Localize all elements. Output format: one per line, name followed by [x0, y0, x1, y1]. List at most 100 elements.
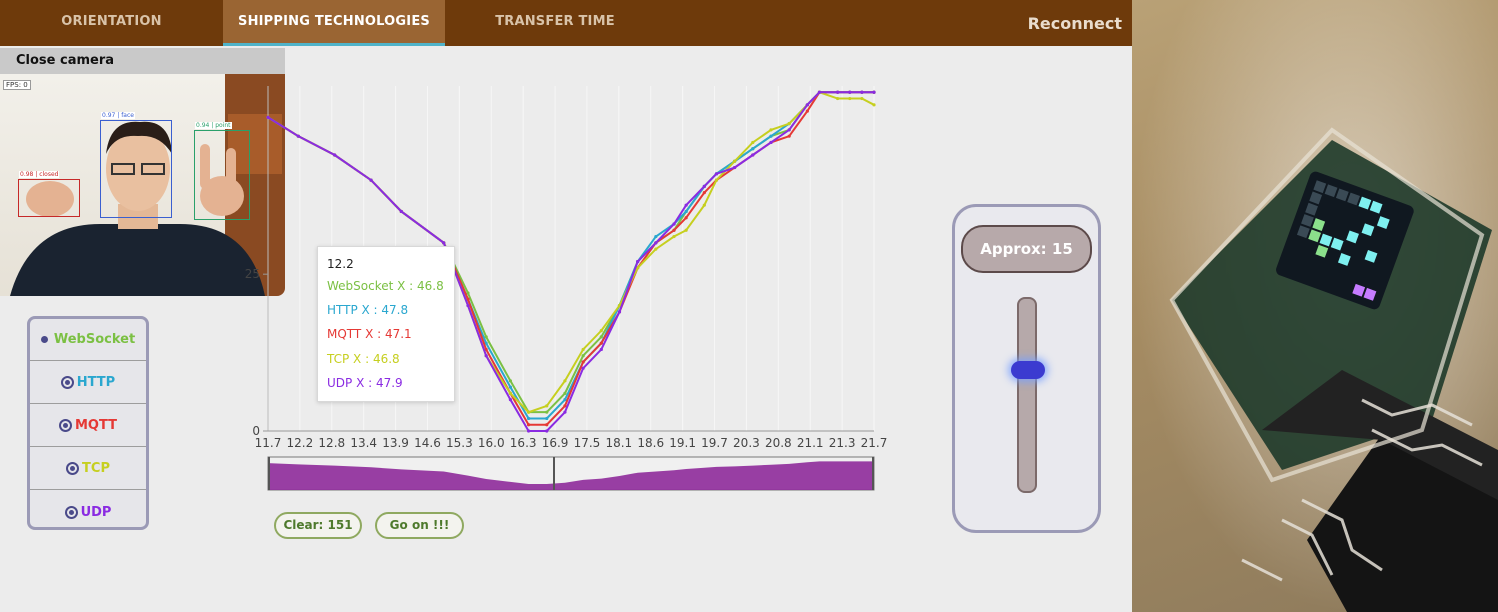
radio-icon	[64, 505, 78, 519]
data-point	[702, 191, 706, 195]
tooltip-row-http: HTTP X : 47.8	[327, 303, 409, 317]
x-tick-label: 16.9	[542, 436, 569, 450]
data-point	[508, 385, 512, 389]
data-point	[769, 128, 773, 132]
data-point	[684, 203, 688, 207]
data-point	[545, 423, 549, 427]
data-point	[526, 423, 531, 427]
data-point	[787, 122, 791, 126]
fps-readout: FPS: 0	[3, 80, 31, 90]
data-point	[563, 391, 567, 395]
go-on-button[interactable]: Go on !!!	[375, 512, 464, 539]
legend-item-http[interactable]: HTTP	[30, 362, 146, 404]
y-tick-label: 0	[252, 424, 260, 438]
data-point	[751, 147, 755, 151]
data-point	[848, 96, 852, 101]
data-point	[684, 216, 688, 220]
data-point	[654, 247, 658, 251]
x-tick-label: 21.1	[797, 436, 824, 450]
data-point	[599, 347, 603, 352]
data-point	[545, 416, 549, 421]
legend-label: HTTP	[76, 375, 116, 390]
chart-tooltip: 12.2 WebSocket X : 46.8 HTTP X : 47.8 MQ…	[317, 246, 455, 402]
data-point	[805, 109, 809, 113]
legend-label: WebSocket	[53, 332, 136, 347]
legend-item-udp[interactable]: UDP	[30, 491, 146, 533]
data-point	[860, 96, 864, 101]
data-point	[333, 153, 337, 157]
data-point	[369, 178, 373, 182]
legend-item-websocket[interactable]: WebSocket	[30, 319, 146, 361]
radio-icon	[60, 376, 74, 389]
data-point	[581, 360, 585, 364]
data-point	[672, 228, 676, 232]
tooltip-row-udp: UDP X : 47.9	[327, 376, 403, 390]
detection-box-face: 0.97 | face	[100, 112, 172, 218]
data-point	[787, 128, 791, 132]
data-point	[399, 209, 403, 214]
data-point	[672, 222, 676, 226]
x-tick-label: 13.4	[350, 436, 377, 450]
data-point	[266, 115, 270, 119]
approx-panel: Approx: 15	[952, 204, 1101, 533]
x-tick-label: 11.7	[255, 436, 282, 450]
device-photo	[1132, 0, 1498, 612]
data-point	[484, 354, 488, 358]
data-point	[769, 134, 773, 138]
data-point	[296, 134, 300, 138]
tab-shipping-technologies[interactable]: SHIPPING TECHNOLOGIES	[223, 0, 445, 46]
reconnect-button[interactable]: Reconnect	[1028, 0, 1122, 46]
legend-item-mqtt[interactable]: MQTT	[30, 405, 146, 447]
tooltip-title: 12.2	[327, 257, 354, 271]
data-point	[526, 410, 531, 414]
data-point	[872, 90, 876, 94]
data-point	[442, 241, 446, 245]
data-point	[848, 90, 852, 94]
data-point	[581, 366, 585, 370]
x-tick-label: 21.3	[829, 436, 856, 450]
data-point	[787, 134, 791, 138]
x-tick-label: 19.1	[669, 436, 696, 450]
data-point	[654, 234, 658, 239]
data-point	[599, 341, 603, 345]
data-point	[636, 260, 640, 264]
data-point	[545, 410, 549, 414]
clear-button[interactable]: Clear: 151	[274, 512, 362, 539]
x-tick-label: 16.0	[478, 436, 505, 450]
data-point	[508, 398, 512, 402]
radio-icon	[58, 419, 72, 432]
data-point	[526, 416, 531, 421]
approx-slider-thumb[interactable]	[1011, 360, 1045, 379]
x-tick-label: 16.3	[510, 436, 537, 450]
detection-label: 0.97 | face	[101, 112, 135, 119]
data-point	[733, 165, 737, 170]
x-tick-label: 21.7	[861, 436, 888, 450]
data-point	[599, 335, 603, 339]
tooltip-row-mqtt: MQTT X : 47.1	[327, 327, 412, 341]
data-point	[563, 379, 567, 383]
x-tick-label: 18.1	[605, 436, 632, 450]
tab-transfer-time[interactable]: TRANSFER TIME	[445, 0, 665, 46]
approx-value: Approx: 15	[961, 225, 1092, 273]
top-nav: ORIENTATION SHIPPING TECHNOLOGIES TRANSF…	[0, 0, 1132, 46]
data-point	[714, 172, 719, 176]
data-point	[702, 203, 706, 207]
data-point	[733, 159, 737, 163]
data-point	[836, 90, 840, 94]
data-point	[581, 354, 585, 358]
tab-orientation[interactable]: ORIENTATION	[0, 0, 223, 46]
x-tick-label: 12.8	[318, 436, 345, 450]
approx-slider-track[interactable]	[1017, 297, 1037, 493]
data-point	[508, 391, 512, 395]
legend-item-tcp[interactable]: TCP	[30, 448, 146, 490]
data-point	[860, 90, 864, 94]
close-camera-label: Close camera	[16, 53, 115, 68]
data-point	[599, 329, 603, 333]
data-point	[817, 90, 822, 94]
data-point	[751, 140, 755, 145]
data-point	[684, 209, 688, 214]
x-tick-label: 19.7	[701, 436, 728, 450]
data-point	[872, 103, 876, 107]
data-point	[508, 379, 512, 383]
y-tick-label: 25	[245, 267, 260, 281]
